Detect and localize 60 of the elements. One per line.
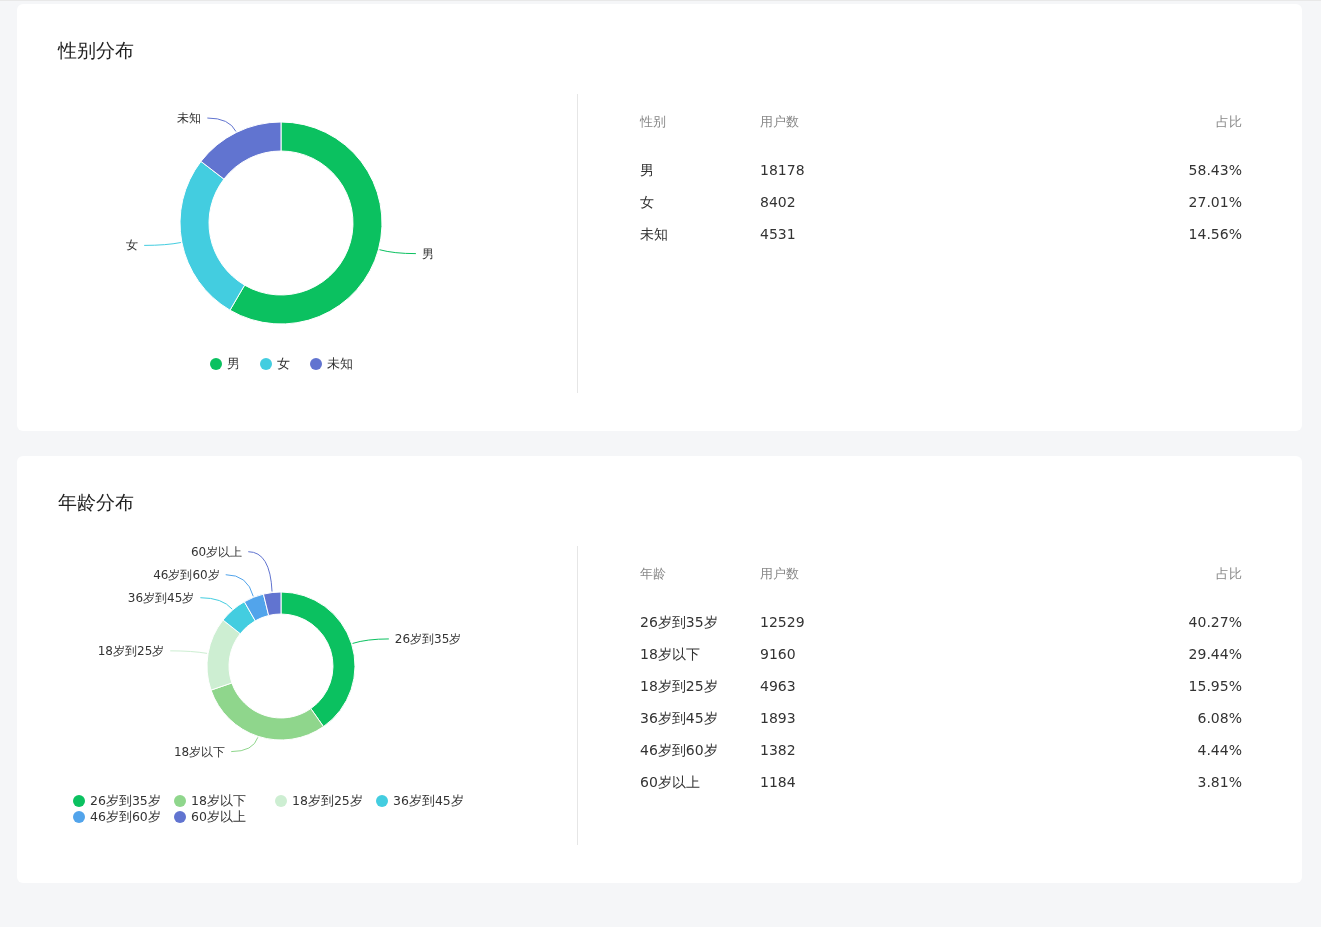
column-header: 性别 <box>640 114 667 130</box>
legend-label: 18岁到25岁 <box>292 793 363 809</box>
table-cell-text: 29.44% <box>1187 645 1242 664</box>
table-cell-text: 58.43% <box>1187 161 1242 180</box>
slice-label: 46岁到60岁 <box>153 567 220 582</box>
slice-label: 未知 <box>177 111 202 126</box>
table-cell-text: 3.81% <box>1196 773 1242 792</box>
leader-line <box>352 638 390 644</box>
table-cell-text: 女 <box>640 193 655 212</box>
table-cell-text: 60岁以上 <box>640 773 701 792</box>
table-cell-text: 18岁到25岁 <box>640 677 719 696</box>
section-title: 性别分布 <box>58 38 135 63</box>
table-cell-text: 36岁到45岁 <box>640 709 719 728</box>
table-cell-text: 未知 <box>640 225 669 244</box>
legend-label: 男 <box>226 356 240 372</box>
legend-label: 18岁以下 <box>191 793 246 809</box>
slice-label: 女 <box>126 238 139 253</box>
table-cell-text: 12529 <box>760 613 806 632</box>
slice-label: 18岁到25岁 <box>97 643 165 658</box>
legend-label: 女 <box>276 356 290 372</box>
table-cell-text: 1893 <box>760 709 797 728</box>
legend-label: 60岁以上 <box>191 809 246 825</box>
legend-label: 36岁到45岁 <box>393 793 464 809</box>
slice-label: 男 <box>421 246 434 261</box>
slice-label: 18岁以下 <box>173 744 226 759</box>
table-cell-text: 18178 <box>760 161 806 180</box>
leader-line <box>230 736 259 753</box>
table-cell-text: 40.27% <box>1187 613 1242 632</box>
column-header: 占比 <box>1215 114 1242 130</box>
table-cell-text: 4.44% <box>1196 741 1242 760</box>
table-cell-text: 27.01% <box>1187 193 1242 212</box>
table-cell-text: 15.95% <box>1187 677 1242 696</box>
table-cell-text: 14.56% <box>1187 225 1242 244</box>
legend-label: 26岁到35岁 <box>90 793 161 809</box>
leader-line <box>206 117 237 132</box>
table-cell-text: 1382 <box>760 741 797 760</box>
column-header: 用户数 <box>760 114 800 130</box>
table-cell-text: 8402 <box>760 193 797 212</box>
leader-line <box>143 242 182 246</box>
section-title: 年龄分布 <box>58 490 135 515</box>
table-cell-text: 1184 <box>760 773 797 792</box>
table-cell-text: 4531 <box>760 225 797 244</box>
slice-label: 26岁到35岁 <box>394 631 462 646</box>
legend-label: 46岁到60岁 <box>90 809 161 825</box>
table-cell-text: 4963 <box>760 677 797 696</box>
legend-label: 未知 <box>326 356 353 372</box>
table-cell-text: 26岁到35岁 <box>640 613 719 632</box>
slice-label: 60岁以上 <box>190 544 243 559</box>
donut-slice <box>243 593 270 622</box>
column-header: 占比 <box>1215 566 1242 582</box>
table-cell-text: 6.08% <box>1196 709 1242 728</box>
column-header: 年龄 <box>640 566 667 582</box>
leader-line <box>378 249 417 255</box>
column-header: 用户数 <box>760 566 800 582</box>
table-cell-text: 9160 <box>760 645 797 664</box>
leader-line <box>169 650 208 654</box>
table-cell-text: 46岁到60岁 <box>640 741 719 760</box>
table-cell-text: 男 <box>640 161 655 180</box>
table-cell-text: 18岁以下 <box>640 645 701 664</box>
slice-label: 36岁到45岁 <box>127 590 195 605</box>
